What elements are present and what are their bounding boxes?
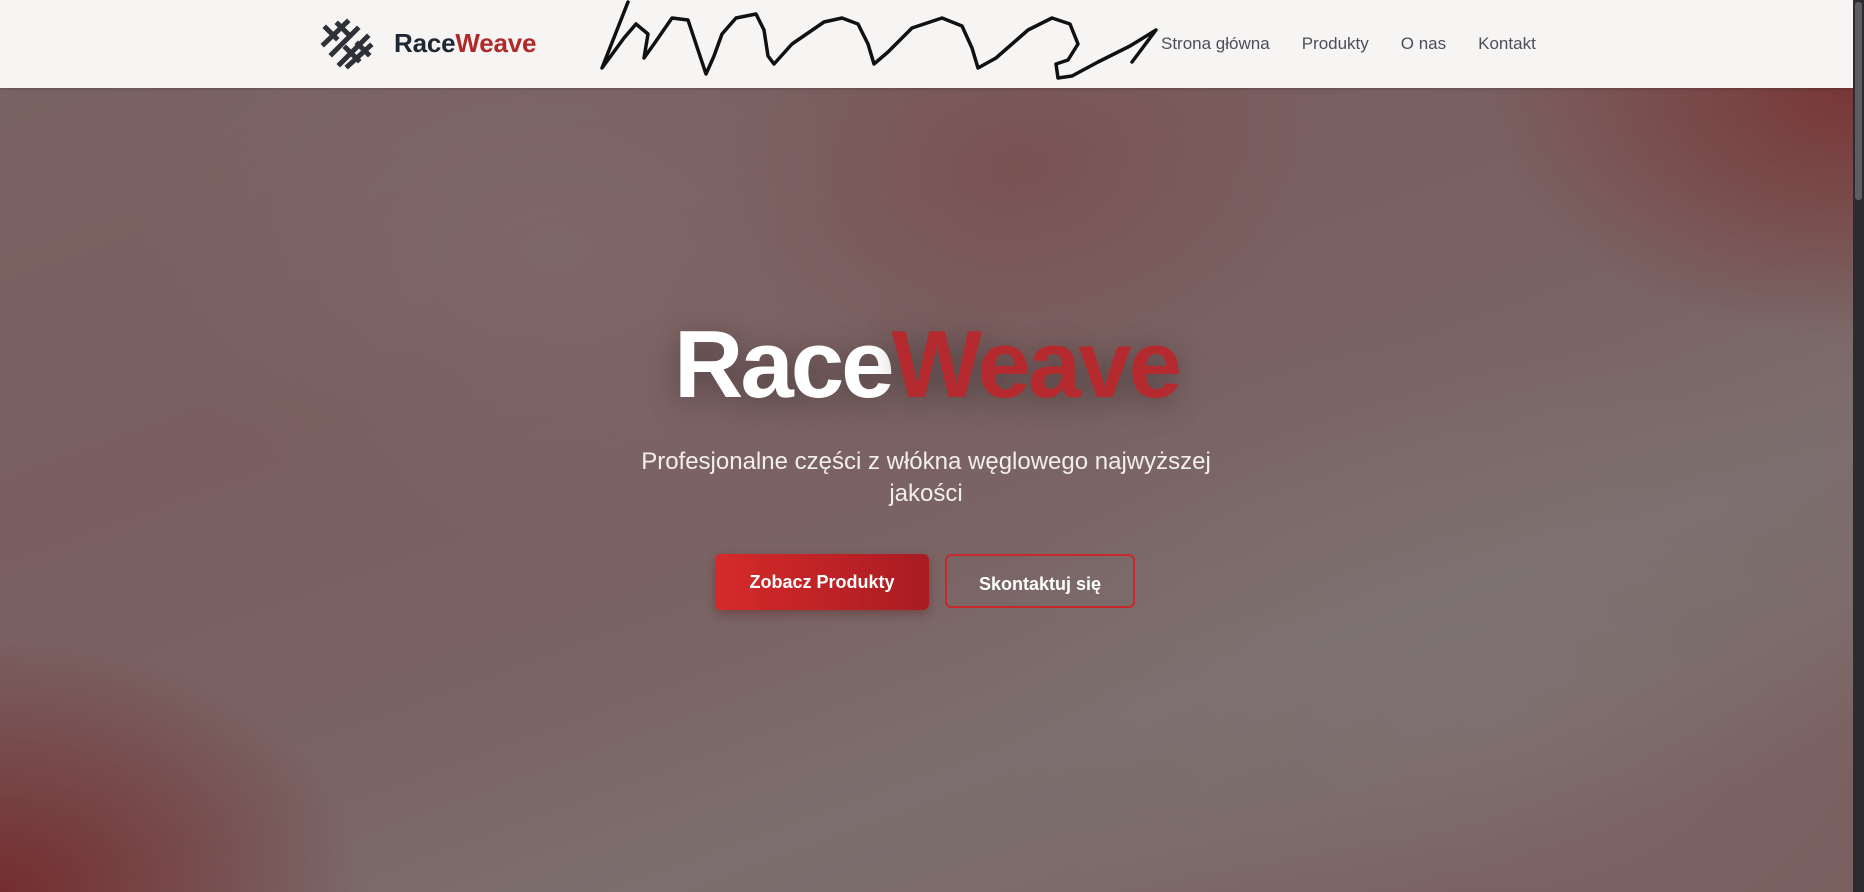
page-scrollbar[interactable] [1853, 0, 1864, 892]
scrollbar-thumb[interactable] [1855, 2, 1862, 200]
hero-title-part1: Race [674, 311, 894, 418]
main-nav: Strona główna Produkty O nas Kontakt [1161, 32, 1536, 56]
site-header: RaceWeave Strona główna Produkty O nas K… [0, 0, 1853, 88]
hero-title-part2: Weave [891, 311, 1182, 418]
page: RaceWeave Strona główna Produkty O nas K… [0, 0, 1853, 892]
carbon-weave-logo-icon[interactable] [320, 18, 374, 70]
nav-item-products[interactable]: Produkty [1302, 32, 1369, 56]
hero-subtitle: Profesjonalne części z włókna węglowego … [641, 448, 1211, 507]
hero-title: RaceWeave [0, 310, 1853, 420]
view-products-button[interactable]: Zobacz Produkty [715, 554, 929, 610]
nav-item-contact[interactable]: Kontakt [1478, 32, 1536, 56]
hero-section: RaceWeave Profesjonalne części z włókna … [0, 88, 1853, 892]
brand-name-part1: Race [394, 28, 456, 58]
nav-item-about[interactable]: O nas [1401, 32, 1446, 56]
scribble-drawing [600, 0, 1158, 80]
brand-name-part2: Weave [455, 28, 537, 58]
nav-item-home[interactable]: Strona główna [1161, 32, 1270, 56]
brand-name[interactable]: RaceWeave [394, 27, 536, 59]
contact-button[interactable]: Skontaktuj się [945, 554, 1135, 608]
